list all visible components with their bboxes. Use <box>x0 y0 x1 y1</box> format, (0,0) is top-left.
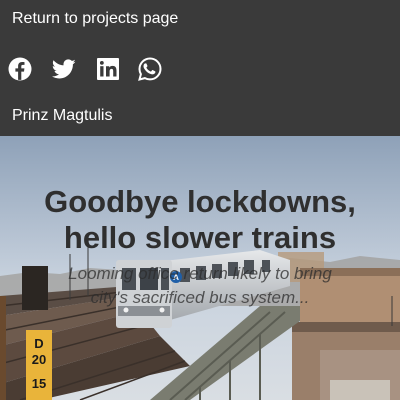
article-headline: Goodbye lockdowns, hello slower trains <box>0 184 400 256</box>
social-share-bar <box>8 56 162 82</box>
linkedin-icon[interactable] <box>96 57 120 81</box>
facebook-icon[interactable] <box>8 57 32 81</box>
site-header: Return to projects page Prinz Magtulis <box>0 0 400 136</box>
subheadline-line-1: Looming office return likely to bring <box>68 264 332 283</box>
return-to-projects-link[interactable]: Return to projects page <box>12 10 178 28</box>
track-sign-number-1: 20 <box>32 352 46 367</box>
track-sign-number-2: 15 <box>32 376 46 391</box>
whatsapp-icon[interactable] <box>138 57 162 81</box>
article-subheadline: Looming office return likely to bring ci… <box>0 262 400 310</box>
twitter-icon[interactable] <box>52 57 76 81</box>
track-sign-letter: D <box>34 336 43 351</box>
headline-line-2: hello slower trains <box>63 220 337 255</box>
hero-banner: A D 20 15 Goodbye lockdowns, hello slowe… <box>0 136 400 400</box>
author-name: Prinz Magtulis <box>12 107 113 124</box>
headline-line-1: Goodbye lockdowns, <box>44 184 356 219</box>
subheadline-line-2: city's sacrificed bus system... <box>90 288 310 307</box>
